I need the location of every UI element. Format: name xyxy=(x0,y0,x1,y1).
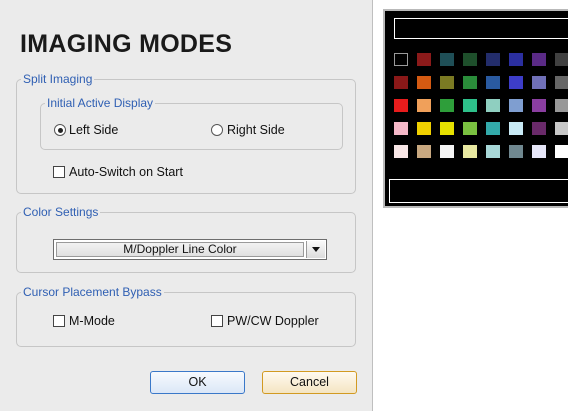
chevron-down-icon[interactable] xyxy=(306,241,325,258)
color-palette-panel xyxy=(383,9,568,208)
ok-button[interactable]: OK xyxy=(150,371,245,394)
color-setting-select[interactable]: M/Doppler Line Color xyxy=(53,239,327,260)
cancel-button[interactable]: Cancel xyxy=(262,371,357,394)
m-mode-label[interactable]: M-Mode xyxy=(69,314,115,328)
color-swatch[interactable] xyxy=(394,76,408,89)
color-swatch[interactable] xyxy=(394,53,408,66)
color-info-bar xyxy=(389,179,568,203)
color-swatch[interactable] xyxy=(532,99,546,112)
color-swatch[interactable] xyxy=(394,145,408,158)
color-swatch[interactable] xyxy=(417,145,431,158)
m-mode-checkbox[interactable] xyxy=(53,315,65,327)
color-swatch[interactable] xyxy=(463,122,477,135)
split-imaging-legend: Split Imaging xyxy=(21,72,95,86)
color-swatch[interactable] xyxy=(417,53,431,66)
color-swatch[interactable] xyxy=(555,99,568,112)
color-swatch[interactable] xyxy=(532,76,546,89)
color-swatch[interactable] xyxy=(440,76,454,89)
color-swatch[interactable] xyxy=(440,145,454,158)
color-swatch[interactable] xyxy=(463,76,477,89)
color-swatch[interactable] xyxy=(509,53,523,66)
color-settings-legend: Color Settings xyxy=(21,205,101,219)
color-swatch[interactable] xyxy=(486,99,500,112)
color-swatch[interactable] xyxy=(394,99,408,112)
pwcw-doppler-checkbox[interactable] xyxy=(211,315,223,327)
color-swatch[interactable] xyxy=(463,99,477,112)
pwcw-doppler-label[interactable]: PW/CW Doppler xyxy=(227,314,319,328)
color-swatch[interactable] xyxy=(440,99,454,112)
imaging-modes-dialog: IMAGING MODES Split Imaging Initial Acti… xyxy=(0,0,373,411)
color-swatch[interactable] xyxy=(532,53,546,66)
left-side-radio[interactable] xyxy=(54,124,66,136)
auto-switch-label[interactable]: Auto-Switch on Start xyxy=(69,165,183,179)
color-swatch[interactable] xyxy=(509,122,523,135)
color-swatch[interactable] xyxy=(555,145,568,158)
color-swatch[interactable] xyxy=(532,122,546,135)
page-title: IMAGING MODES xyxy=(20,30,233,58)
color-swatch[interactable] xyxy=(486,145,500,158)
color-swatch[interactable] xyxy=(463,53,477,66)
color-setting-value: M/Doppler Line Color xyxy=(56,242,304,257)
right-side-label[interactable]: Right Side xyxy=(227,123,285,137)
color-swatch[interactable] xyxy=(394,122,408,135)
color-swatch[interactable] xyxy=(486,53,500,66)
color-swatch[interactable] xyxy=(509,145,523,158)
color-swatch[interactable] xyxy=(417,122,431,135)
color-swatch[interactable] xyxy=(509,76,523,89)
color-swatch[interactable] xyxy=(555,122,568,135)
color-swatch[interactable] xyxy=(463,145,477,158)
color-swatch[interactable] xyxy=(509,99,523,112)
color-swatch[interactable] xyxy=(486,122,500,135)
color-swatch[interactable] xyxy=(555,53,568,66)
color-swatch[interactable] xyxy=(417,76,431,89)
color-swatch[interactable] xyxy=(440,122,454,135)
color-swatch[interactable] xyxy=(555,76,568,89)
right-side-radio[interactable] xyxy=(211,124,223,136)
left-side-label[interactable]: Left Side xyxy=(69,123,118,137)
cursor-bypass-legend: Cursor Placement Bypass xyxy=(21,285,164,299)
color-swatch[interactable] xyxy=(486,76,500,89)
color-swatch[interactable] xyxy=(532,145,546,158)
color-swatch[interactable] xyxy=(417,99,431,112)
color-swatch[interactable] xyxy=(440,53,454,66)
selected-color-preview xyxy=(394,18,568,39)
initial-active-display-legend: Initial Active Display xyxy=(45,96,156,110)
auto-switch-checkbox[interactable] xyxy=(53,166,65,178)
